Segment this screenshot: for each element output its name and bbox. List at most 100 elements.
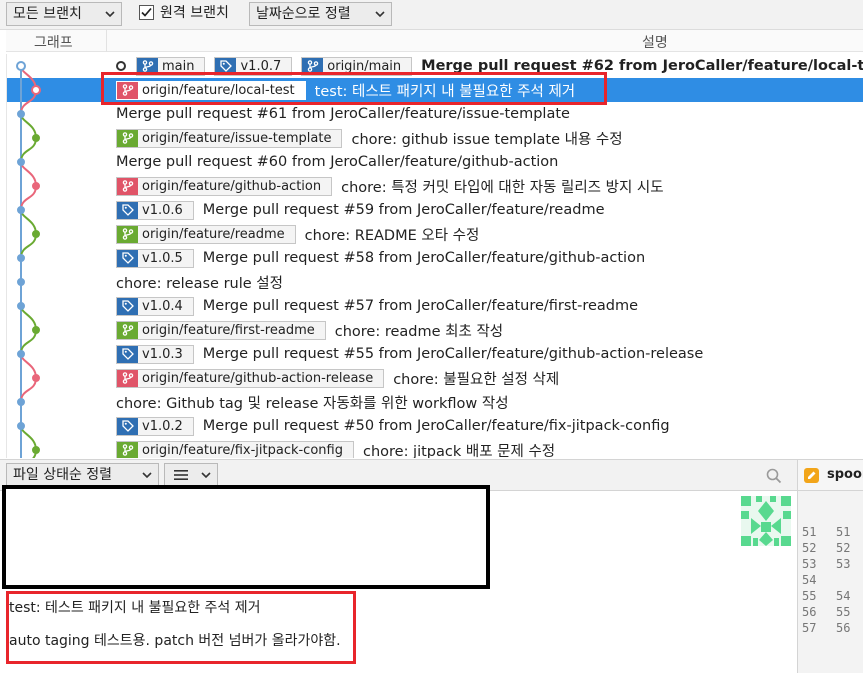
commit-row-content: v1.0.4 Merge pull request #57 from JeroCa… <box>116 294 638 318</box>
badge-label: origin/feature/github-action <box>142 178 322 194</box>
commit-row-content: origin/feature/first-readme chore: readme… <box>116 318 503 342</box>
commit-row-content: Merge pull request #61 from JeroCaller/f… <box>116 102 570 126</box>
branch-badge[interactable]: origin/feature/fix-jitpack-config <box>116 440 354 458</box>
graph-column-header[interactable]: 그래프 <box>34 32 73 52</box>
graph-node <box>32 446 40 454</box>
commit-row[interactable]: v1.0.3 Merge pull request #55 from JeroCa… <box>7 342 863 366</box>
commit-row-content: origin/feature/fix-jitpack-config chore: … <box>116 438 555 458</box>
tag-icon <box>117 201 138 219</box>
badge-label: v1.0.2 <box>142 418 183 434</box>
graph-node <box>31 85 41 95</box>
tag-badge[interactable]: v1.0.3 <box>116 344 194 364</box>
commit-list[interactable]: main v1.0.7 origin/main Merge pull request … <box>6 54 863 458</box>
commit-row-content: v1.0.2 Merge pull request #50 from JeroCa… <box>116 414 670 438</box>
view-mode-dropdown[interactable] <box>164 463 218 487</box>
diff-file-header[interactable]: spoon <box>797 459 863 491</box>
commit-row-content: Merge pull request #60 from JeroCaller/f… <box>116 150 558 174</box>
search-icon[interactable] <box>766 468 782 484</box>
commit-message: Merge pull request #55 from JeroCaller/f… <box>202 346 704 362</box>
old-line-number: 51 <box>802 525 817 539</box>
graph-node <box>32 326 40 334</box>
tag-badge[interactable]: v1.0.6 <box>116 200 194 220</box>
commit-row[interactable]: v1.0.6 Merge pull request #59 from JeroCa… <box>7 198 863 222</box>
graph-node <box>16 61 26 71</box>
graph-edge <box>20 185 37 211</box>
branch-badge[interactable]: origin/feature/readme <box>116 224 296 244</box>
commit-row[interactable]: Merge pull request #60 from JeroCaller/f… <box>7 150 863 174</box>
commit-row[interactable]: Merge pull request #61 from JeroCaller/f… <box>7 102 863 126</box>
commit-row[interactable]: v1.0.2 Merge pull request #50 from JeroCa… <box>7 414 863 438</box>
branch-icon <box>117 321 138 339</box>
badge-label: v1.0.5 <box>142 250 183 266</box>
graph-node <box>17 398 25 406</box>
sort-order-dropdown[interactable]: 날짜순으로 정렬 <box>249 2 392 26</box>
commit-graph <box>16 61 41 458</box>
old-line-number: 52 <box>802 541 817 555</box>
edit-file-icon <box>804 468 819 483</box>
remote-branches-checkbox[interactable] <box>139 5 154 20</box>
column-header: 그래프 설명 <box>6 30 863 52</box>
commit-message: chore: release rule 설정 <box>116 275 283 292</box>
graph-edge <box>20 209 37 235</box>
description-column-header[interactable]: 설명 <box>642 32 668 52</box>
file-sort-dropdown[interactable]: 파일 상태순 정렬 <box>6 463 159 487</box>
commit-row[interactable]: origin/feature/github-action-release chor… <box>7 366 863 390</box>
branch-filter-dropdown[interactable]: 모든 브랜치 <box>6 2 122 26</box>
branch-badge[interactable]: origin/feature/first-readme <box>116 320 326 340</box>
graph-node <box>17 278 25 286</box>
commit-message: chore: Github tag 및 release 자동화를 위한 work… <box>116 395 509 412</box>
commit-subject: test: 테스트 패키지 내 불필요한 주석 제거 <box>9 600 261 616</box>
commit-row[interactable]: origin/feature/fix-jitpack-config chore: … <box>7 438 863 458</box>
commit-row[interactable]: chore: Github tag 및 release 자동화를 위한 work… <box>7 390 863 414</box>
new-line-number: 55 <box>836 605 851 619</box>
badge-label: origin/feature/github-action-release <box>142 370 374 386</box>
commit-message: chore: github issue template 내용 수정 <box>351 131 623 148</box>
branch-badge[interactable]: origin/feature/github-action <box>116 176 333 196</box>
commit-row[interactable]: origin/feature/first-readme chore: readme… <box>7 318 863 342</box>
branch-icon <box>117 177 138 195</box>
old-line-number: 53 <box>802 557 817 571</box>
commit-message: Merge pull request #61 from JeroCaller/f… <box>116 106 570 122</box>
toolbar: 모든 브랜치 원격 브랜치 날짜순으로 정렬 <box>0 0 863 30</box>
badge-label: v1.0.3 <box>142 346 183 362</box>
commit-row-content: v1.0.6 Merge pull request #59 from JeroCa… <box>116 198 604 222</box>
chevron-down-icon <box>375 11 385 18</box>
commit-row[interactable]: v1.0.4 Merge pull request #57 from JeroCa… <box>7 294 863 318</box>
graph-node <box>17 422 25 430</box>
tag-badge[interactable]: v1.0.4 <box>116 296 194 316</box>
branch-icon <box>117 225 138 243</box>
commit-message: chore: jitpack 배포 문제 수정 <box>362 443 556 459</box>
commit-message: Merge pull request #57 from JeroCaller/f… <box>202 298 639 314</box>
commit-row-content: origin/feature/github-action-release chor… <box>116 366 559 390</box>
tag-icon <box>117 417 138 435</box>
chevron-down-icon <box>201 472 211 479</box>
diff-file-name: spoon <box>827 467 863 482</box>
graph-node <box>17 350 25 358</box>
old-line-number: 55 <box>802 589 817 603</box>
tag-icon <box>117 249 138 267</box>
column-divider[interactable] <box>106 30 107 52</box>
commit-row[interactable]: origin/feature/issue-template chore: gith… <box>7 126 863 150</box>
file-sort-label: 파일 상태순 정렬 <box>13 467 113 483</box>
graph-node <box>32 230 40 238</box>
commit-row[interactable]: origin/feature/readme chore: README 오타 수정 <box>7 222 863 246</box>
branch-badge[interactable]: origin/feature/issue-template <box>116 128 343 148</box>
commit-detail-pane: test: 테스트 패키지 내 불필요한 주석 제거 auto taging 테… <box>0 485 797 673</box>
branch-badge[interactable]: origin/feature/github-action-release <box>116 368 385 388</box>
branch-icon <box>117 441 138 458</box>
commit-message: Merge pull request #50 from JeroCaller/f… <box>202 418 670 434</box>
highlight-box-selected-commit <box>101 72 607 105</box>
tag-badge[interactable]: v1.0.2 <box>116 416 194 436</box>
tag-badge[interactable]: v1.0.5 <box>116 248 194 268</box>
commit-row[interactable]: v1.0.5 Merge pull request #58 from JeroCa… <box>7 246 863 270</box>
graph-edge <box>20 329 37 355</box>
commit-row[interactable]: chore: release rule 설정 <box>7 270 863 294</box>
remote-branches-label: 원격 브랜치 <box>160 5 229 21</box>
branch-filter-label: 모든 브랜치 <box>13 6 82 22</box>
commit-row[interactable]: origin/feature/github-action chore: 특정 커밋… <box>7 174 863 198</box>
graph-edge <box>20 305 37 331</box>
new-line-number: 51 <box>836 525 851 539</box>
new-line-number: 54 <box>836 589 851 603</box>
diff-line-gutter: 51 51 52 52 53 53 54 55 54 56 55 57 56 <box>797 491 863 673</box>
sort-order-label: 날짜순으로 정렬 <box>256 6 351 22</box>
